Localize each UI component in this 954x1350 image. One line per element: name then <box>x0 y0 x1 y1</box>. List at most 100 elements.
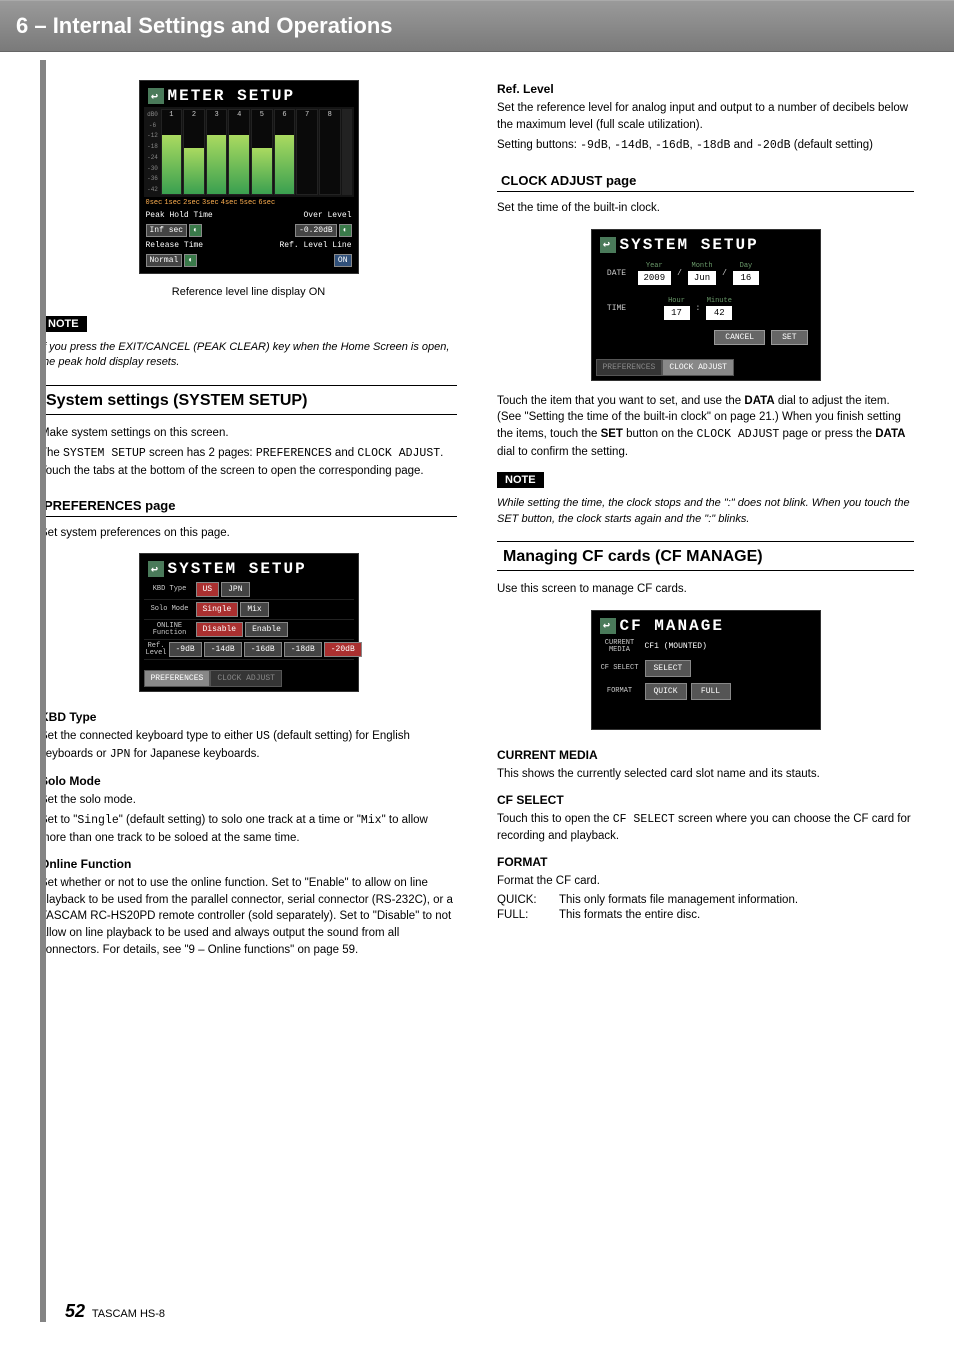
kbd-heading: KBD Type <box>40 710 457 724</box>
online-enable-btn: Enable <box>245 622 288 637</box>
system-setup-screenshot: ↩ SYSTEM SETUP KBD Type US JPN Solo Mode… <box>139 553 359 692</box>
meter-bars: dB0 -6 -12 -18 -24 -30 -36 -42 1 2 3 4 5… <box>144 107 354 197</box>
release-knob-icon: ◐ <box>184 254 197 267</box>
cf-manage-screenshot: ↩ CF MANAGE CURRENT MEDIA CF1 (MOUNTED) … <box>591 610 821 730</box>
ref-16-btn: -16dB <box>244 642 282 657</box>
release-row: Release Time Ref. Level Line <box>144 239 354 252</box>
date-row: DATE Year2009 / MonthJun / Day16 <box>596 256 816 291</box>
ref-9-btn: -9dB <box>169 642 202 657</box>
ref-para-2: Setting buttons: -9dB, -14dB, -16dB, -18… <box>497 137 914 155</box>
ref-18-btn: -18dB <box>284 642 322 657</box>
pref-tab: PREFERENCES <box>144 670 211 687</box>
solo-mix-btn: Mix <box>240 602 268 617</box>
over-knob-icon: ◐ <box>339 224 352 237</box>
over-level-label: Over Level <box>303 211 351 220</box>
solo-para-1: Set the solo mode. <box>40 792 457 809</box>
cf-manage-heading: Managing CF cards (CF MANAGE) <box>497 541 914 571</box>
back-icon: ↩ <box>148 561 164 577</box>
over-value: -0.20dB <box>295 224 337 237</box>
online-para: Set whether or not to use the online fun… <box>40 875 457 958</box>
format-quick-row: QUICK: This only formats file management… <box>497 894 914 906</box>
hour-box: 17 <box>664 306 690 320</box>
online-label: ONLINE Function <box>146 623 194 637</box>
ref-on-btn: ON <box>334 254 352 267</box>
full-val: This formats the entire disc. <box>559 909 914 921</box>
date-label: DATE <box>602 269 632 278</box>
peak-knob-icon: ◐ <box>189 224 202 237</box>
peak-button-row: 0sec 1sec 2sec 3sec 4sec 5sec 6sec <box>144 197 354 209</box>
format-para: Format the CF card. <box>497 873 914 890</box>
release-label: Release Time <box>146 241 204 250</box>
cf-full-btn: FULL <box>691 683 731 700</box>
current-media-heading: CURRENT MEDIA <box>497 748 914 762</box>
ref-para-1: Set the reference level for analog input… <box>497 100 914 133</box>
clock-tab: CLOCK ADJUST <box>210 670 282 687</box>
kbd-label: KBD Type <box>146 586 194 593</box>
online-disable-btn: Disable <box>196 622 244 637</box>
page-footer-text: TASCAM HS-8 <box>92 1308 165 1320</box>
solo-label: Solo Mode <box>146 606 194 613</box>
cf-format-label: FORMAT <box>599 688 641 695</box>
back-icon: ↩ <box>600 237 616 253</box>
ref-heading: Ref. Level <box>497 82 914 96</box>
pref-para: Set system preferences on this page. <box>40 525 457 542</box>
kbd-us-btn: US <box>196 582 220 597</box>
ref-level-line-label: Ref. Level Line <box>279 241 351 250</box>
back-icon: ↩ <box>600 618 616 634</box>
year-box: 2009 <box>638 271 672 285</box>
cancel-btn: CANCEL <box>714 330 765 345</box>
meter-title-bar: ↩ METER SETUP <box>144 85 354 107</box>
note-text-2: While setting the time, the clock stops … <box>497 496 914 527</box>
system-para-2: The SYSTEM SETUP screen has 2 pages: PRE… <box>40 445 457 479</box>
online-heading: Online Function <box>40 857 457 871</box>
ref-20-btn: -20dB <box>324 642 362 657</box>
ref-label: Ref. Level <box>146 643 167 657</box>
cf-media-label: CURRENT MEDIA <box>599 640 641 654</box>
time-row: TIME Hour17 : Minute42 <box>596 291 816 326</box>
clock-tab-2: CLOCK ADJUST <box>662 359 734 376</box>
cf-select-btn: SELECT <box>645 660 692 677</box>
peak-hold-row: Peak Hold Time Over Level <box>144 209 354 222</box>
sys-title: SYSTEM SETUP <box>168 560 307 578</box>
full-key: FULL: <box>497 909 547 921</box>
inf-btn: Inf sec <box>146 224 188 237</box>
kbd-jpn-btn: JPN <box>221 582 249 597</box>
cf-quick-btn: QUICK <box>645 683 687 700</box>
format-full-row: FULL: This formats the entire disc. <box>497 909 914 921</box>
cf-select-heading: CF SELECT <box>497 793 914 807</box>
ref-14-btn: -14dB <box>204 642 242 657</box>
cf-para-1: Use this screen to manage CF cards. <box>497 581 914 598</box>
release-value: Normal <box>146 254 183 267</box>
content: ↩ METER SETUP dB0 -6 -12 -18 -24 -30 -36… <box>0 52 954 982</box>
note-tag-2: NOTE <box>497 472 544 488</box>
solo-single-btn: Single <box>196 602 239 617</box>
sys-tabs: PREFERENCES CLOCK ADJUST <box>144 670 354 687</box>
solo-para-2: Set to "Single" (default setting) to sol… <box>40 812 457 846</box>
peak-hold-label: Peak Hold Time <box>146 211 213 220</box>
clock-title: SYSTEM SETUP <box>620 236 759 254</box>
solo-heading: Solo Mode <box>40 774 457 788</box>
note-tag: NOTE <box>40 316 87 332</box>
page-number: 52 <box>65 1301 85 1321</box>
quick-val: This only formats file management inform… <box>559 894 914 906</box>
meter-scale: dB0 -6 -12 -18 -24 -30 -36 -42 <box>146 109 160 195</box>
system-setup-heading: System settings (SYSTEM SETUP) <box>40 385 457 415</box>
min-box: 42 <box>706 306 732 320</box>
system-para-1: Make system settings on this screen. <box>40 425 457 442</box>
right-column: Ref. Level Set the reference level for a… <box>497 72 914 962</box>
current-media-para: This shows the currently selected card s… <box>497 766 914 783</box>
cf-select-label: CF SELECT <box>599 665 641 672</box>
pref-tab-2: PREFERENCES <box>596 359 663 376</box>
clock-para-2: Touch the item that you want to set, and… <box>497 393 914 461</box>
page-header: 6 – Internal Settings and Operations <box>0 0 954 52</box>
meter-lr <box>342 109 352 195</box>
clock-adjust-screenshot: ↩ SYSTEM SETUP DATE Year2009 / MonthJun … <box>591 229 821 381</box>
back-icon: ↩ <box>148 88 164 104</box>
kbd-para: Set the connected keyboard type to eithe… <box>40 728 457 763</box>
left-column: ↩ METER SETUP dB0 -6 -12 -18 -24 -30 -36… <box>40 72 457 962</box>
page-title: 6 – Internal Settings and Operations <box>16 13 938 39</box>
cf-media-value: CF1 (MOUNTED) <box>645 642 707 651</box>
clock-heading: CLOCK ADJUST page <box>497 169 914 192</box>
set-btn: SET <box>771 330 807 345</box>
time-label: TIME <box>602 304 632 313</box>
